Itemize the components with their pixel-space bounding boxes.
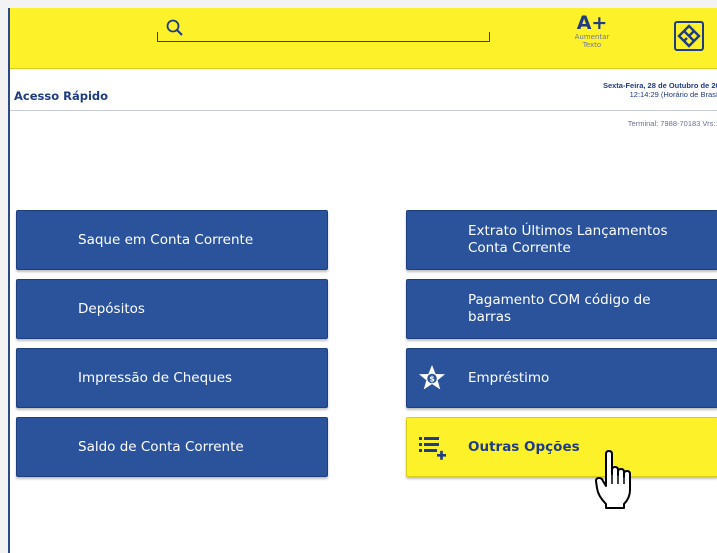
svg-text:$: $ [429,375,435,384]
print-checks-button[interactable]: Impressão de Cheques [16,348,328,408]
increase-text-caption-2: Texto [582,41,602,49]
barcode-payment-button[interactable]: Pagamento COM código de barras [406,279,717,339]
search-field[interactable] [157,19,490,42]
print-checks-label: Impressão de Cheques [78,370,233,386]
header-row: Acesso Rápido Sexta-Feira, 28 de Outubro… [10,68,717,111]
datetime: Sexta-Feira, 28 de Outubro de 2016 12:14… [568,81,717,99]
list-plus-icon [419,437,446,460]
terminal-info: Terminal: 7988-70183 Vrs:150 [627,119,717,128]
date-text: Sexta-Feira, 28 de Outubro de 2016 [602,81,717,90]
increase-text-label: A+ [576,12,608,34]
other-options-button[interactable]: Outras Opções [406,417,717,477]
increase-text-caption-1: Aumentar [574,33,610,41]
page-title: Acesso Rápido [14,89,109,103]
statement-button[interactable]: Extrato Últimos Lançamentos Conta Corren… [406,210,717,270]
time-text: 12:14:29 (Horário de Brasília) [629,90,717,99]
increase-text-button[interactable]: A+ Aumentar Texto [567,13,617,49]
star-dollar-icon: $ [419,365,445,390]
top-bar: A+ Aumentar Texto [10,8,717,69]
bank-logo [674,21,704,51]
bank-logo-icon [677,24,701,48]
search-underline [157,32,490,42]
kiosk-screen: A+ Aumentar Texto Acesso Rápido Sexta-Fe… [8,8,717,553]
hand-pointer-icon [595,450,631,509]
withdraw-label: Saque em Conta Corrente [78,232,254,248]
loan-button[interactable]: $ Empréstimo [406,348,717,408]
withdraw-button[interactable]: Saque em Conta Corrente [16,210,328,270]
barcode-payment-label-line2: barras [468,309,512,325]
deposits-button[interactable]: Depósitos [16,279,328,339]
deposits-label: Depósitos [78,301,145,317]
balance-label: Saldo de Conta Corrente [78,439,244,455]
statement-label-line2: Conta Corrente [468,240,571,256]
statement-label: Extrato Últimos Lançamentos Conta Corren… [407,223,668,257]
barcode-payment-label: Pagamento COM código de barras [407,292,651,326]
balance-button[interactable]: Saldo de Conta Corrente [16,417,328,477]
statement-label-line1: Extrato Últimos Lançamentos [468,223,668,239]
barcode-payment-label-line1: Pagamento COM código de [468,292,651,308]
